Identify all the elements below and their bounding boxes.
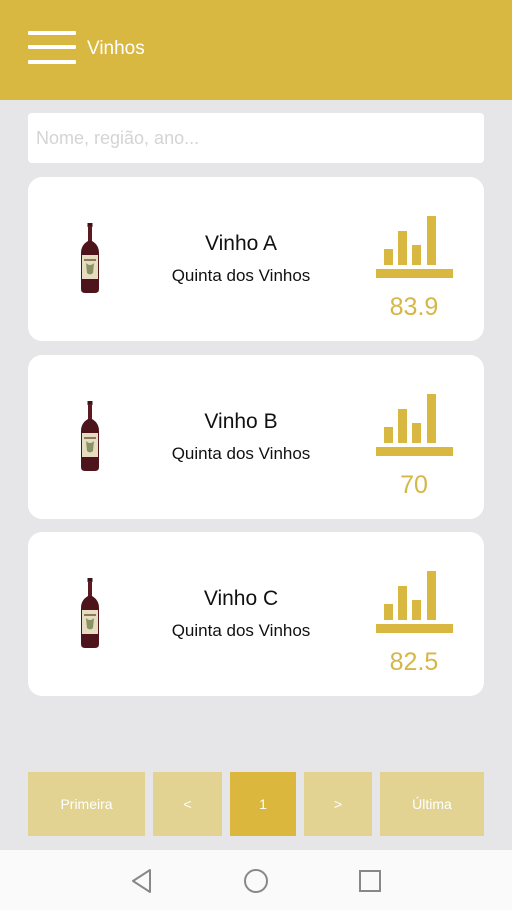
wine-name: Vinho B bbox=[204, 410, 278, 433]
wine-score: 70 bbox=[400, 471, 428, 499]
wine-producer: Quinta dos Vinhos bbox=[171, 444, 311, 463]
first-page-button[interactable]: Primeira bbox=[28, 772, 145, 836]
wine-bottle-image bbox=[81, 578, 99, 648]
rating-chart-icon bbox=[376, 216, 453, 278]
wine-producer: Quinta dos Vinhos bbox=[171, 621, 311, 640]
next-page-button[interactable]: > bbox=[304, 772, 372, 836]
wine-card[interactable]: Vinho C Quinta dos Vinhos 82.5 bbox=[28, 532, 484, 696]
back-icon[interactable] bbox=[128, 867, 156, 895]
wine-producer: Quinta dos Vinhos bbox=[171, 266, 311, 285]
page-title: Vinhos bbox=[87, 38, 145, 59]
home-icon[interactable] bbox=[242, 867, 270, 895]
wine-score: 82.5 bbox=[389, 648, 439, 676]
wine-bottle-image bbox=[81, 401, 99, 471]
wine-name: Vinho C bbox=[203, 587, 279, 610]
rating-chart-icon bbox=[376, 394, 453, 456]
recents-icon[interactable] bbox=[356, 867, 384, 895]
app-bar: Vinhos bbox=[0, 0, 512, 100]
wine-card[interactable]: Vinho B Quinta dos Vinhos 70 bbox=[28, 355, 484, 519]
last-page-button[interactable]: Última bbox=[380, 772, 484, 836]
hamburger-menu-icon[interactable] bbox=[28, 31, 78, 67]
wine-name: Vinho A bbox=[204, 232, 277, 255]
previous-page-button[interactable]: < bbox=[153, 772, 222, 836]
system-nav-bar bbox=[0, 850, 512, 910]
wine-bottle-image bbox=[81, 223, 99, 293]
wine-card[interactable]: Vinho A Quinta dos Vinhos 83.9 bbox=[28, 177, 484, 341]
wine-score: 83.9 bbox=[389, 293, 439, 321]
rating-chart-icon bbox=[376, 571, 453, 633]
search-input[interactable] bbox=[28, 113, 484, 163]
current-page-button[interactable]: 1 bbox=[230, 772, 296, 836]
